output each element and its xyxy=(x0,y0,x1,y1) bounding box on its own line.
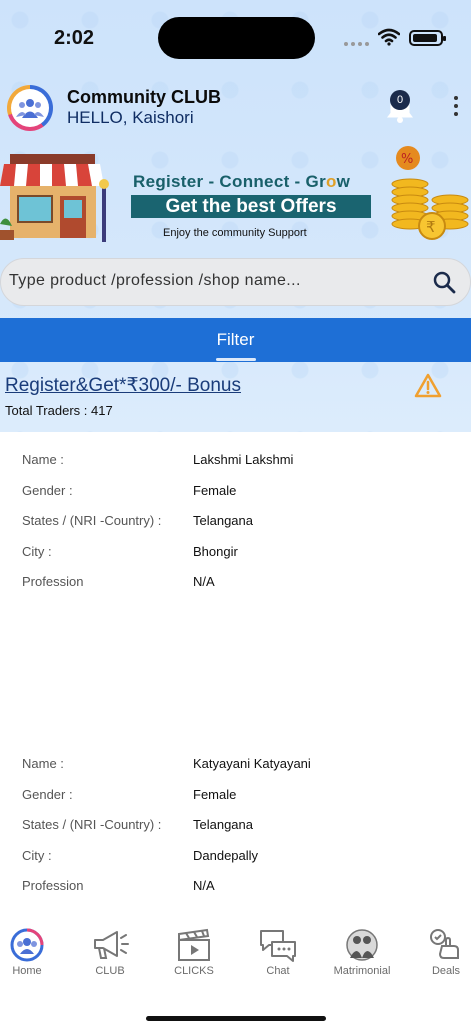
trader-profession: N/A xyxy=(193,574,215,589)
filter-label: Filter xyxy=(216,330,255,349)
city-label: City : xyxy=(22,848,52,863)
trader-state: Telangana xyxy=(193,817,253,832)
filter-indicator xyxy=(216,358,256,361)
trader-state-row: States / (NRI -Country) : Telangana xyxy=(22,817,462,837)
gender-label: Gender : xyxy=(22,483,73,498)
trader-gender-row: Gender : Female xyxy=(22,483,462,503)
nav-chat[interactable]: Chat xyxy=(243,920,313,977)
shop-illustration xyxy=(0,154,109,242)
deal-handshake-icon xyxy=(430,929,459,959)
trader-state-row: States / (NRI -Country) : Telangana xyxy=(22,513,462,533)
nav-home-label: Home xyxy=(12,965,42,977)
status-time: 2:02 xyxy=(54,27,95,49)
search-input[interactable]: Type product /profession /shop name... xyxy=(9,272,301,290)
nav-clicks[interactable]: CLICKS xyxy=(159,920,229,977)
svg-text:%: % xyxy=(401,152,413,167)
battery-icon xyxy=(409,30,446,46)
gender-label: Gender : xyxy=(22,787,73,802)
nav-matrimonial-label: Matrimonial xyxy=(333,965,391,977)
profession-label: Profession xyxy=(22,878,84,893)
trader-profession: N/A xyxy=(193,878,215,893)
nav-deals-label: Deals xyxy=(431,965,461,977)
trader-name: Lakshmi Lakshmi xyxy=(193,452,294,467)
community-people-icon xyxy=(16,99,44,118)
profession-label: Profession xyxy=(22,574,84,589)
name-label: Name : xyxy=(22,756,64,771)
banner-offer: Get the best Offers xyxy=(131,195,371,218)
app-title: Community CLUB xyxy=(67,87,221,107)
warning-icon[interactable] xyxy=(414,373,442,398)
register-bonus-link[interactable]: Register&Get*₹300/- Bonus xyxy=(5,374,241,397)
nav-deals[interactable]: Deals xyxy=(411,920,471,977)
trader-profession-row: Profession N/A xyxy=(22,574,462,594)
filter-tab[interactable]: Filter xyxy=(0,318,471,362)
app-logo[interactable] xyxy=(7,85,53,131)
chat-bubbles-icon xyxy=(260,930,296,962)
home-logo-icon xyxy=(10,928,44,962)
trader-name: Katyayani Katyayani xyxy=(193,756,311,771)
bottom-navigation: Home CLUB CLICKS Chat Matrimonial Deals xyxy=(0,920,471,992)
trader-city-row: City : Bhongir xyxy=(22,544,462,564)
more-options-icon[interactable] xyxy=(454,96,458,116)
nav-club[interactable]: CLUB xyxy=(75,920,145,977)
wifi-icon xyxy=(378,28,400,46)
states-label: States / (NRI -Country) : xyxy=(22,817,162,832)
trader-city-row: City : Dandepally xyxy=(22,848,462,868)
trader-city: Dandepally xyxy=(193,848,259,863)
banner-headline: Register - Connect - Grow xyxy=(133,172,351,191)
nav-chat-label: Chat xyxy=(266,965,290,977)
trader-gender: Female xyxy=(193,483,237,498)
trader-state: Telangana xyxy=(193,513,253,528)
trader-city: Bhongir xyxy=(193,544,238,559)
trader-gender-row: Gender : Female xyxy=(22,787,462,807)
coins-illustration: % ₹ xyxy=(391,146,469,240)
clapperboard-icon xyxy=(178,928,210,961)
nav-club-label: CLUB xyxy=(95,965,125,977)
banner-subtitle: Enjoy the community Support xyxy=(163,227,307,239)
nav-home[interactable]: Home xyxy=(0,920,62,977)
total-traders-count: Total Traders : 417 xyxy=(5,403,113,418)
user-greeting: HELLO, Kaishori xyxy=(67,108,194,127)
megaphone-icon xyxy=(94,931,129,959)
city-label: City : xyxy=(22,544,52,559)
dynamic-island xyxy=(158,17,315,59)
trader-name-row: Name : Katyayani Katyayani xyxy=(22,756,462,776)
nav-clicks-label: CLICKS xyxy=(174,965,214,977)
trader-gender: Female xyxy=(193,787,237,802)
notification-count-badge: 0 xyxy=(390,90,410,110)
trader-card[interactable]: Name : Katyayani Katyayani Gender : Fema… xyxy=(0,736,471,918)
states-label: States / (NRI -Country) : xyxy=(22,513,162,528)
svg-text:₹: ₹ xyxy=(426,218,436,236)
trader-card[interactable]: Name : Lakshmi Lakshmi Gender : Female S… xyxy=(0,432,471,722)
cellular-signal-icon xyxy=(344,42,369,46)
search-bar[interactable]: Type product /profession /shop name... xyxy=(0,258,471,306)
couple-icon xyxy=(346,929,378,961)
trader-name-row: Name : Lakshmi Lakshmi xyxy=(22,452,462,472)
promo-banner[interactable]: Register - Connect - Grow Get the best O… xyxy=(0,142,471,244)
nav-matrimonial[interactable]: Matrimonial xyxy=(327,920,397,977)
name-label: Name : xyxy=(22,452,64,467)
search-icon[interactable] xyxy=(432,270,456,294)
home-indicator[interactable] xyxy=(146,1016,326,1021)
trader-profession-row: Profession N/A xyxy=(22,878,462,898)
